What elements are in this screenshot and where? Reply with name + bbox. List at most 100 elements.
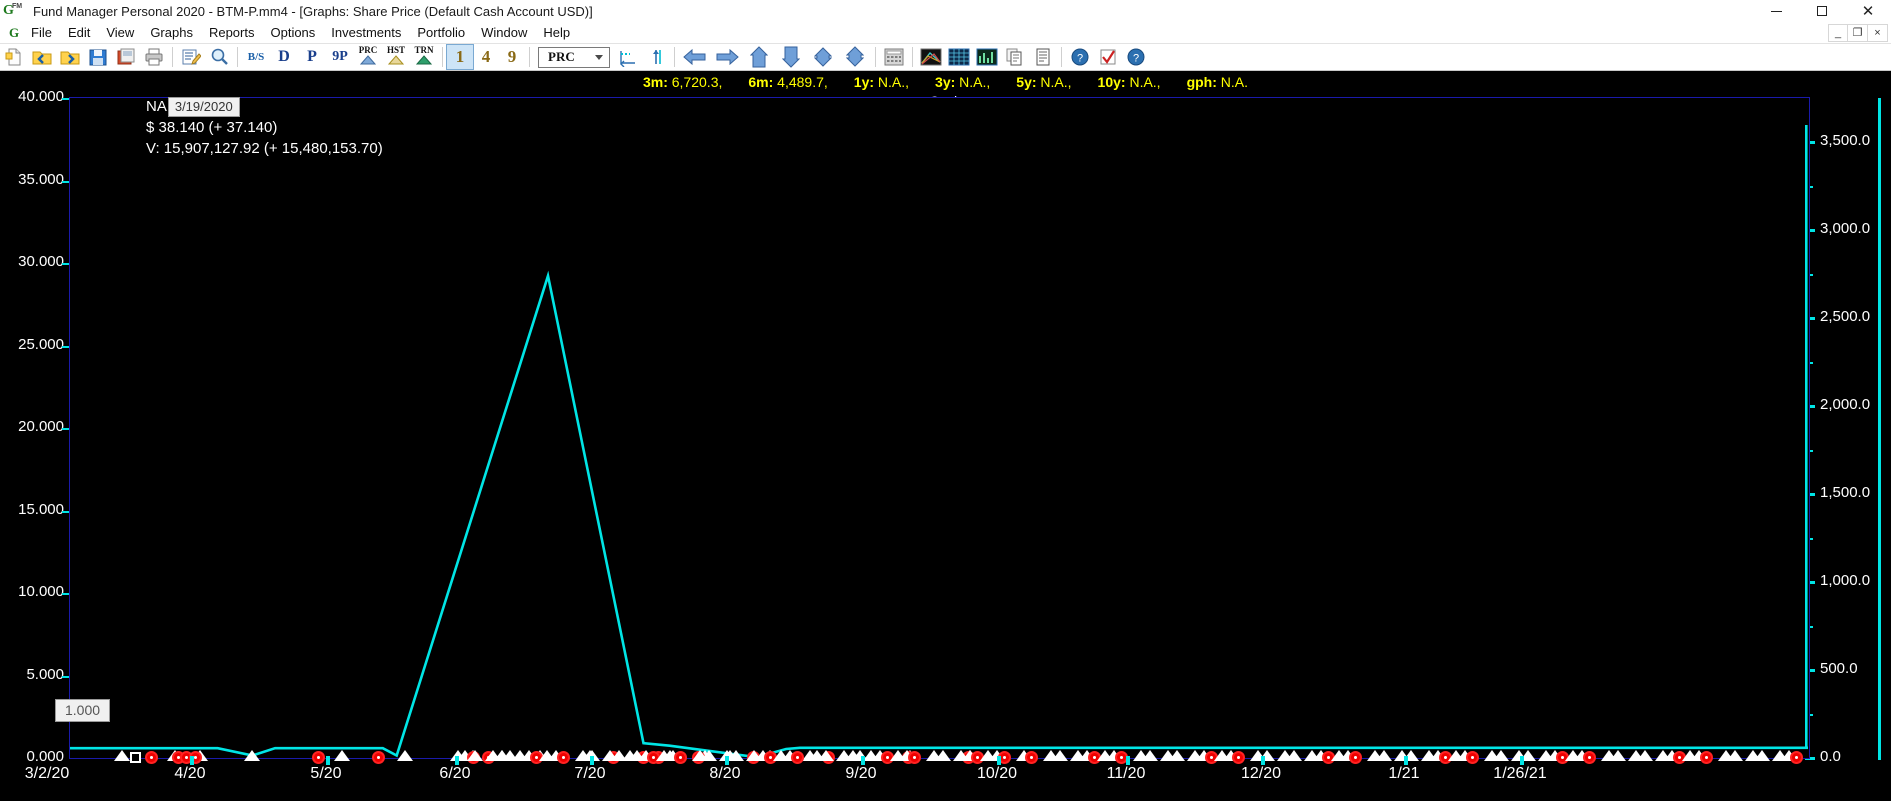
open-file-alt-icon[interactable] bbox=[57, 45, 83, 69]
circle-marker[interactable] bbox=[1232, 751, 1245, 764]
zoom-level-9-button[interactable]: 9 bbox=[499, 45, 525, 69]
triangle-marker[interactable] bbox=[114, 750, 130, 761]
hst-import-arrow-icon bbox=[388, 55, 404, 65]
graph-grid-icon[interactable] bbox=[946, 45, 972, 69]
mdi-restore-button[interactable]: ❐ bbox=[1848, 23, 1868, 42]
circle-marker[interactable] bbox=[145, 751, 158, 764]
triangle-marker[interactable] bbox=[334, 750, 350, 761]
stat-10y: 10y: N.A., bbox=[1098, 74, 1161, 90]
circle-marker[interactable] bbox=[1790, 751, 1803, 764]
open-file-icon[interactable] bbox=[29, 45, 55, 69]
buy-sell-icon[interactable]: B/S bbox=[243, 45, 269, 69]
print-icon[interactable] bbox=[141, 45, 167, 69]
right-axis-tick-label: 1,500.0 bbox=[1820, 484, 1871, 501]
price-icon[interactable]: P bbox=[299, 45, 325, 69]
scroll-down-icon[interactable] bbox=[840, 45, 870, 69]
pan-down-icon[interactable] bbox=[776, 45, 806, 69]
graph-lines-icon[interactable] bbox=[918, 45, 944, 69]
circle-marker[interactable] bbox=[557, 751, 570, 764]
new-file-icon[interactable] bbox=[1, 45, 27, 69]
circle-marker[interactable] bbox=[1583, 751, 1596, 764]
circle-marker[interactable] bbox=[1025, 751, 1038, 764]
pan-left-icon[interactable] bbox=[680, 45, 710, 69]
zoom-level-4-button[interactable]: 4 bbox=[473, 45, 499, 69]
toolbar-separator bbox=[674, 47, 675, 67]
triangle-marker[interactable] bbox=[244, 750, 260, 761]
menu-item-reports[interactable]: Reports bbox=[202, 23, 262, 42]
window-maximize-button[interactable] bbox=[1799, 0, 1845, 22]
zoom-level-1-button[interactable]: 1 bbox=[446, 44, 474, 70]
x-axis-tick-label: 7/20 bbox=[574, 765, 606, 782]
triangle-marker[interactable] bbox=[1052, 750, 1068, 761]
menu-item-window[interactable]: Window bbox=[474, 23, 534, 42]
circle-marker[interactable] bbox=[791, 751, 804, 764]
graph-bars-icon[interactable] bbox=[974, 45, 1000, 69]
triangle-marker[interactable] bbox=[611, 750, 627, 761]
scroll-up-icon[interactable] bbox=[808, 45, 838, 69]
save-as-icon[interactable] bbox=[113, 45, 139, 69]
square-marker[interactable] bbox=[130, 752, 141, 763]
graph-type-select[interactable]: PRC bbox=[538, 46, 610, 68]
fit-vertical-icon[interactable] bbox=[643, 45, 669, 69]
mdi-minimize-button[interactable]: _ bbox=[1828, 23, 1848, 42]
circle-marker[interactable] bbox=[1349, 751, 1362, 764]
save-icon[interactable] bbox=[85, 45, 111, 69]
circle-marker[interactable] bbox=[908, 751, 921, 764]
menu-item-help[interactable]: Help bbox=[536, 23, 577, 42]
triangle-marker[interactable] bbox=[1610, 750, 1626, 761]
triangle-marker[interactable] bbox=[1142, 750, 1158, 761]
hst-import-label: HST bbox=[386, 45, 405, 55]
report-icon[interactable] bbox=[1030, 45, 1056, 69]
circle-marker[interactable] bbox=[1466, 751, 1479, 764]
chart-canvas[interactable]: Cash 0.0005.00010.00015.00020.00025.0003… bbox=[0, 88, 1891, 801]
triangle-marker[interactable] bbox=[1637, 750, 1653, 761]
trn-import-icon[interactable]: TRN bbox=[411, 45, 437, 69]
prc-import-icon[interactable]: PRC bbox=[355, 45, 381, 69]
dividend-icon[interactable]: D bbox=[271, 45, 297, 69]
window-minimize-button[interactable] bbox=[1753, 0, 1799, 22]
cursor-value-line: V: 15,907,127.92 (+ 15,480,153.70) bbox=[146, 140, 383, 157]
pan-up-icon[interactable] bbox=[744, 45, 774, 69]
triangle-marker[interactable] bbox=[935, 750, 951, 761]
window-close-button[interactable]: ✕ bbox=[1845, 0, 1891, 22]
triangle-marker[interactable] bbox=[728, 750, 744, 761]
triangle-marker[interactable] bbox=[1376, 750, 1392, 761]
hst-import-icon[interactable]: HST bbox=[383, 45, 409, 69]
triangle-marker[interactable] bbox=[397, 750, 413, 761]
edit-note-icon[interactable] bbox=[178, 45, 204, 69]
triangle-marker[interactable] bbox=[1754, 750, 1770, 761]
calculator-icon[interactable] bbox=[881, 45, 907, 69]
triangle-marker[interactable] bbox=[1493, 750, 1509, 761]
circle-marker[interactable] bbox=[372, 751, 385, 764]
triangle-marker[interactable] bbox=[467, 750, 483, 761]
stat-gph-label: gph: bbox=[1186, 74, 1217, 90]
menu-item-investments[interactable]: Investments bbox=[324, 23, 408, 42]
menu-item-options[interactable]: Options bbox=[263, 23, 322, 42]
graph-type-value: PRC bbox=[548, 49, 575, 64]
find-icon[interactable] bbox=[206, 45, 232, 69]
triangle-marker[interactable] bbox=[1286, 750, 1302, 761]
triangle-marker[interactable] bbox=[1727, 750, 1743, 761]
circle-marker[interactable] bbox=[1700, 751, 1713, 764]
circle-marker[interactable] bbox=[674, 751, 687, 764]
menu-item-edit[interactable]: Edit bbox=[61, 23, 97, 42]
triangle-marker[interactable] bbox=[494, 750, 510, 761]
menu-item-view[interactable]: View bbox=[99, 23, 141, 42]
triangle-marker[interactable] bbox=[845, 750, 861, 761]
copy-icon[interactable] bbox=[1002, 45, 1028, 69]
triangle-marker[interactable] bbox=[701, 750, 717, 761]
nine-price-icon[interactable]: 9P bbox=[327, 45, 353, 69]
fit-horizontal-icon[interactable] bbox=[615, 45, 641, 69]
mdi-close-button[interactable]: × bbox=[1868, 23, 1888, 42]
menu-item-file[interactable]: File bbox=[24, 23, 59, 42]
circle-marker[interactable] bbox=[312, 751, 325, 764]
triangle-marker[interactable] bbox=[818, 750, 834, 761]
help-icon[interactable]: ? bbox=[1123, 45, 1149, 69]
menu-item-graphs[interactable]: Graphs bbox=[143, 23, 200, 42]
triangle-marker[interactable] bbox=[1169, 750, 1185, 761]
help-arrow-icon[interactable]: ? bbox=[1067, 45, 1093, 69]
menu-item-portfolio[interactable]: Portfolio bbox=[410, 23, 472, 42]
check-icon[interactable] bbox=[1095, 45, 1121, 69]
left-axis-tick-label: 35.000 bbox=[18, 170, 64, 188]
pan-right-icon[interactable] bbox=[712, 45, 742, 69]
